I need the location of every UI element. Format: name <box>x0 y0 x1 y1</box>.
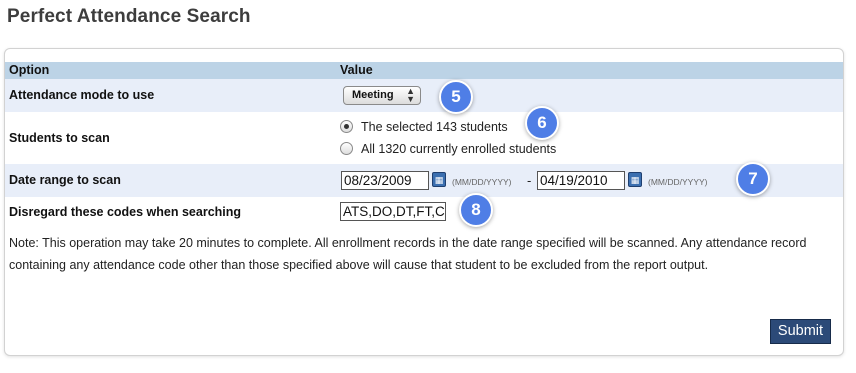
date-format-hint: (MM/DD/YYYY) <box>648 177 708 187</box>
step-badge-7: 7 <box>736 162 770 196</box>
value-column-header: Value <box>340 63 373 77</box>
calendar-icon[interactable]: ▦ <box>432 172 446 187</box>
students-label: Students to scan <box>9 131 110 145</box>
submit-button[interactable]: Submit <box>770 319 831 344</box>
step-badge-8: 8 <box>459 193 493 227</box>
date-range-separator: - <box>527 173 532 188</box>
radio-option-selected-students[interactable]: The selected 143 students <box>340 120 508 134</box>
date-range-row: Date range to scan 08/23/2009 ▦ (MM/DD/Y… <box>5 164 843 197</box>
codes-input[interactable]: ATS,DO,DT,FT,C <box>340 202 446 221</box>
date-format-hint: (MM/DD/YYYY) <box>452 177 512 187</box>
calendar-icon[interactable]: ▦ <box>628 172 642 187</box>
table-header-row: Option Value <box>5 62 843 79</box>
radio-option-label: All 1320 currently enrolled students <box>361 142 557 156</box>
start-date-input[interactable]: 08/23/2009 <box>341 171 429 190</box>
attendance-mode-label: Attendance mode to use <box>9 88 155 102</box>
codes-label: Disregard these codes when searching <box>9 205 242 219</box>
step-badge-6: 6 <box>525 106 559 140</box>
note-text: Note: This operation may take 20 minutes… <box>9 236 807 272</box>
codes-row: Disregard these codes when searching ATS… <box>5 197 843 227</box>
search-panel: Option Value Attendance mode to use Meet… <box>4 48 844 356</box>
attendance-mode-row: Attendance mode to use Meeting ▲ ▼ <box>5 79 843 112</box>
page-title: Perfect Attendance Search <box>7 6 251 27</box>
option-column-header: Option <box>9 63 50 77</box>
updown-arrows-icon: ▲ ▼ <box>406 86 415 104</box>
radio-option-all-students[interactable]: All 1320 currently enrolled students <box>340 142 556 156</box>
attendance-mode-value: Meeting <box>352 89 394 101</box>
radio-option-label: The selected 143 students <box>361 120 508 134</box>
radio-button-unselected[interactable] <box>340 142 353 155</box>
attendance-mode-select[interactable]: Meeting ▲ ▼ <box>343 86 421 105</box>
date-range-label: Date range to scan <box>9 173 121 187</box>
end-date-input[interactable]: 04/19/2010 <box>537 171 625 190</box>
students-row: Students to scan The selected 143 studen… <box>5 112 843 164</box>
radio-button-selected[interactable] <box>340 120 353 133</box>
step-badge-5: 5 <box>439 80 473 114</box>
